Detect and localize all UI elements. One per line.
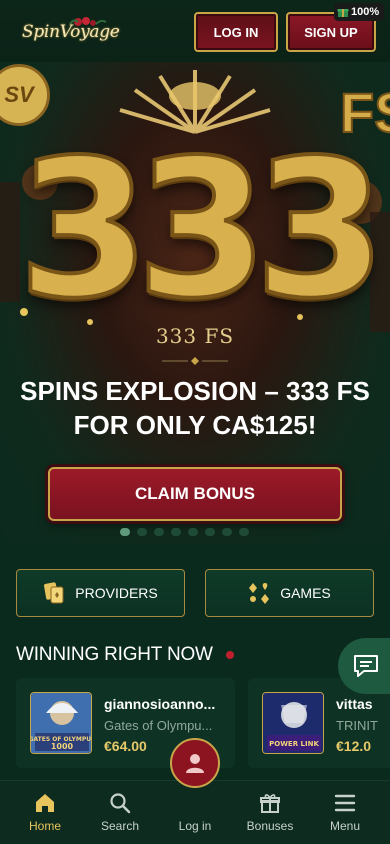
- hero-big-number: 333: [16, 119, 389, 340]
- gift-icon: [337, 9, 349, 17]
- nav-bonuses[interactable]: Bonuses: [235, 781, 305, 844]
- carousel-dot[interactable]: [222, 528, 232, 536]
- chat-icon: [354, 655, 378, 677]
- carousel-dot[interactable]: [137, 528, 147, 536]
- search-icon: [110, 793, 131, 814]
- logo[interactable]: SpinVoyage: [16, 16, 126, 50]
- svg-text:1000: 1000: [51, 742, 74, 751]
- providers-label: PROVIDERS: [75, 585, 158, 601]
- promo-title: SPINS EXPLOSION – 333 FS FOR ONLY CA$125…: [20, 376, 370, 440]
- games-button[interactable]: GAMES: [205, 569, 374, 617]
- nav-search[interactable]: Search: [85, 781, 155, 844]
- hero-banner[interactable]: SV FS 333 333 FS SPINS EXPLOSION – 333 F…: [0, 62, 390, 544]
- nav-login[interactable]: Log in: [160, 781, 230, 844]
- games-label: GAMES: [280, 585, 331, 601]
- svg-text:POWER LINK: POWER LINK: [269, 740, 319, 748]
- menu-icon: [334, 794, 356, 812]
- winning-now-title: WINNING RIGHT NOW: [16, 644, 213, 665]
- power-link-thumb-icon: POWER LINK: [263, 693, 323, 753]
- carousel-dot[interactable]: [205, 528, 215, 536]
- nav-menu-label: Menu: [329, 819, 361, 833]
- nav-menu[interactable]: Menu: [310, 781, 380, 844]
- carousel-dot[interactable]: [171, 528, 181, 536]
- providers-button[interactable]: PROVIDERS: [16, 569, 185, 617]
- home-icon: [36, 794, 54, 812]
- claim-bonus-button[interactable]: CLAIM BONUS: [48, 467, 342, 521]
- carousel-dot[interactable]: [154, 528, 164, 536]
- logo-text: SpinVoyage: [22, 22, 120, 42]
- winner-game: Gates of Olympu...: [104, 718, 213, 733]
- login-button[interactable]: LOG IN: [194, 12, 278, 52]
- game-thumbnail[interactable]: POWER LINK: [262, 692, 324, 754]
- header: SpinVoyage LOG IN SIGN UP 100%: [0, 0, 390, 62]
- suits-icon: [249, 583, 270, 604]
- nav-home-label: Home: [28, 819, 61, 833]
- gift-icon: [260, 794, 280, 813]
- winner-username: vittas: [336, 696, 373, 712]
- nav-search-label: Search: [100, 819, 140, 833]
- bonus-badge[interactable]: 100%: [334, 3, 385, 21]
- live-indicator: [226, 651, 234, 659]
- carousel-dot[interactable]: [188, 528, 198, 536]
- game-thumbnail[interactable]: GATES OF OLYMPUS 1000: [30, 692, 92, 754]
- nav-login-label: Log in: [178, 819, 212, 833]
- bonus-badge-text: 100%: [351, 6, 380, 18]
- carousel-pagination: [120, 528, 249, 536]
- cards-icon: [44, 582, 64, 604]
- winner-game: TRINIT: [336, 718, 378, 733]
- winner-amount: €64.00: [104, 738, 147, 754]
- gates-of-olympus-thumb-icon: GATES OF OLYMPUS 1000: [31, 693, 91, 753]
- nav-home[interactable]: Home: [10, 781, 80, 844]
- carousel-dot[interactable]: [239, 528, 249, 536]
- hero-fs-label: 333 FS: [155, 324, 235, 348]
- winner-amount: €12.0: [336, 738, 372, 754]
- carousel-dot[interactable]: [120, 528, 130, 536]
- winner-username: giannosioanno...: [104, 696, 216, 712]
- live-chat-button[interactable]: [338, 638, 390, 694]
- ornament-divider-icon: [162, 357, 228, 365]
- bottom-navigation: Home Search Log in Bonuses Menu: [0, 780, 390, 844]
- login-avatar-button[interactable]: [170, 738, 220, 788]
- user-icon: [186, 754, 204, 773]
- nav-bonuses-label: Bonuses: [246, 819, 294, 833]
